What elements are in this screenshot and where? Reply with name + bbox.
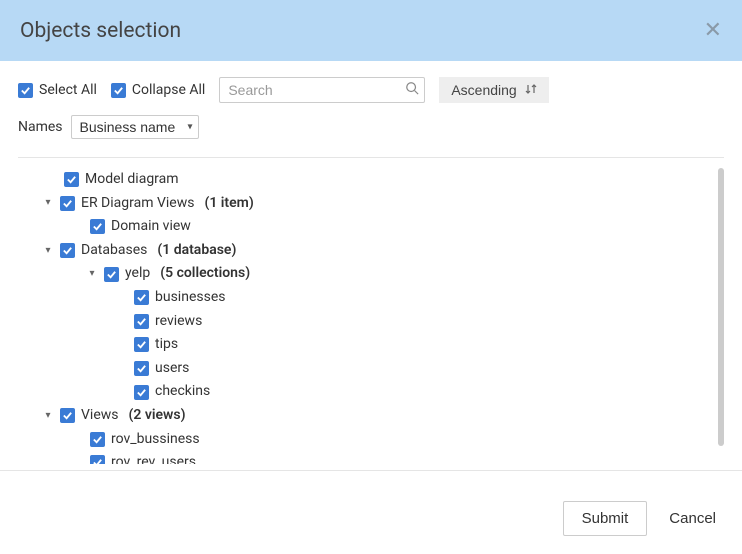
caret-down-icon[interactable]: ▾ bbox=[42, 196, 54, 210]
sort-button[interactable]: Ascending bbox=[439, 77, 548, 103]
tree-item-reviews[interactable]: reviews bbox=[24, 310, 724, 334]
checkbox-icon[interactable] bbox=[64, 172, 79, 187]
checkbox-icon[interactable] bbox=[134, 361, 149, 376]
dialog-title: Objects selection bbox=[20, 19, 181, 43]
checkbox-icon[interactable] bbox=[134, 337, 149, 352]
tree-item-users[interactable]: users bbox=[24, 357, 724, 381]
checkbox-icon bbox=[111, 83, 126, 98]
select-all-label: Select All bbox=[39, 82, 97, 98]
checkbox-icon[interactable] bbox=[60, 243, 75, 258]
checkbox-icon[interactable] bbox=[60, 408, 75, 423]
sort-label: Ascending bbox=[451, 82, 516, 98]
collapse-all-checkbox[interactable]: Collapse All bbox=[111, 82, 205, 98]
submit-button[interactable]: Submit bbox=[563, 501, 648, 536]
checkbox-icon[interactable] bbox=[104, 267, 119, 282]
dialog-footer: Submit Cancel bbox=[0, 483, 742, 554]
checkbox-icon[interactable] bbox=[90, 455, 105, 464]
tree-item-domain-view[interactable]: Domain view bbox=[24, 215, 724, 239]
names-row: Names Business name ▾ bbox=[0, 111, 742, 151]
collapse-all-label: Collapse All bbox=[132, 82, 205, 98]
tree-container: Model diagram ▾ ER Diagram Views (1 item… bbox=[18, 168, 724, 464]
checkbox-icon[interactable] bbox=[60, 196, 75, 211]
checkbox-icon[interactable] bbox=[134, 314, 149, 329]
names-label: Names bbox=[18, 119, 63, 135]
object-tree: Model diagram ▾ ER Diagram Views (1 item… bbox=[18, 168, 724, 464]
tree-item-er-views[interactable]: ▾ ER Diagram Views (1 item) bbox=[24, 192, 724, 216]
checkbox-icon[interactable] bbox=[134, 385, 149, 400]
checkbox-icon[interactable] bbox=[90, 219, 105, 234]
search-input[interactable] bbox=[219, 77, 425, 103]
caret-down-icon[interactable]: ▾ bbox=[86, 267, 98, 281]
divider bbox=[0, 470, 742, 471]
checkbox-icon[interactable] bbox=[134, 290, 149, 305]
select-all-checkbox[interactable]: Select All bbox=[18, 82, 97, 98]
dialog-header: Objects selection ✕ bbox=[0, 0, 742, 61]
toolbar: Select All Collapse All Ascending bbox=[0, 61, 742, 111]
cancel-button[interactable]: Cancel bbox=[665, 501, 720, 536]
tree-item-databases[interactable]: ▾ Databases (1 database) bbox=[24, 239, 724, 263]
caret-down-icon[interactable]: ▾ bbox=[42, 244, 54, 258]
checkbox-icon[interactable] bbox=[90, 432, 105, 447]
names-select[interactable]: Business name bbox=[71, 115, 199, 139]
checkbox-icon bbox=[18, 83, 33, 98]
tree-item-tips[interactable]: tips bbox=[24, 333, 724, 357]
tree-item-businesses[interactable]: businesses bbox=[24, 286, 724, 310]
tree-item-views[interactable]: ▾ Views (2 views) bbox=[24, 404, 724, 428]
tree-item-model-diagram[interactable]: Model diagram bbox=[24, 168, 724, 192]
search-wrap bbox=[219, 77, 425, 103]
scrollbar[interactable] bbox=[716, 168, 724, 464]
scrollbar-thumb[interactable] bbox=[718, 168, 724, 446]
tree-item-yelp[interactable]: ▾ yelp (5 collections) bbox=[24, 262, 724, 286]
caret-down-icon[interactable]: ▾ bbox=[42, 409, 54, 423]
sort-icon bbox=[525, 83, 537, 98]
tree-item-rov-bussiness[interactable]: rov_bussiness bbox=[24, 428, 724, 452]
divider bbox=[18, 157, 724, 158]
close-icon[interactable]: ✕ bbox=[704, 18, 722, 43]
tree-item-rov-rev-users[interactable]: rov_rev_users bbox=[24, 451, 724, 464]
tree-item-checkins[interactable]: checkins bbox=[24, 380, 724, 404]
